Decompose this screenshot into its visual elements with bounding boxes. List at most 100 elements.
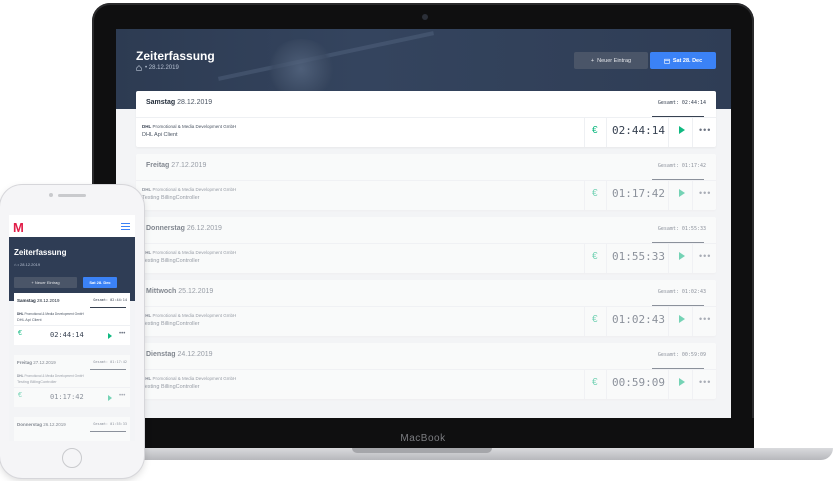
day-total: Gesamt: 01:02:43	[658, 289, 706, 295]
more-options-icon[interactable]: •••	[699, 377, 711, 387]
company-full: Promotional & Media Development GmbH	[152, 187, 237, 192]
total-value: 00:59:09	[681, 352, 706, 358]
date-button-label: Sat 28. Dec	[672, 57, 703, 64]
play-icon[interactable]	[679, 252, 685, 260]
breadcrumb-date: • 28.12.2019	[17, 262, 41, 267]
timer-display: 02:44:14	[50, 331, 84, 339]
hamburger-menu-icon[interactable]	[121, 223, 130, 232]
day-card: Donnerstag 26.12.2019 Gesamt: 01:55:33	[14, 417, 130, 441]
day-date: 28.12.2019	[37, 298, 60, 303]
day-heading: Freitag 27.12.2019	[17, 360, 56, 365]
weekday: Samstag	[146, 99, 176, 106]
total-underline	[90, 369, 126, 370]
home-icon[interactable]: ⌂	[14, 262, 16, 267]
total-underline	[90, 431, 126, 432]
project-name: Testing BillingController	[17, 380, 57, 384]
play-icon[interactable]	[108, 333, 112, 339]
divider	[14, 387, 130, 388]
day-date: 27.12.2019	[33, 360, 56, 365]
company-name: DHL Promotional & Media Development GmbH	[17, 312, 84, 316]
app-logo[interactable]: M	[13, 220, 24, 235]
play-icon[interactable]	[679, 315, 685, 323]
play-icon[interactable]	[679, 189, 685, 197]
day-total: Gesamt: 02:44:14	[93, 298, 127, 302]
company-short: DHL	[142, 187, 152, 192]
company-full: Promotional & Media Development GmbH	[24, 312, 84, 316]
play-icon[interactable]	[679, 126, 685, 134]
divider	[136, 243, 716, 244]
more-options-icon[interactable]: •••	[699, 125, 711, 135]
company-short: DHL	[17, 312, 24, 316]
weekday: Freitag	[17, 360, 33, 365]
phone-frame: M Zeiterfassung ⌂ • 28.12.2019 + Neuer E…	[0, 185, 144, 478]
day-date: 28.12.2019	[177, 99, 213, 106]
billable-euro-icon[interactable]: €	[18, 392, 22, 399]
home-icon[interactable]	[136, 65, 142, 71]
divider	[668, 117, 669, 147]
date-picker-button[interactable]: Sat 28. Dec	[83, 277, 117, 288]
new-entry-button[interactable]: + Neuer Eintrag	[574, 52, 648, 69]
total-label: Gesamt:	[657, 163, 679, 169]
billable-euro-icon[interactable]: €	[592, 188, 598, 199]
timer-display: 02:44:14	[612, 124, 665, 137]
day-date: 24.12.2019	[177, 351, 213, 358]
mobile-topbar: M	[9, 215, 135, 237]
billable-euro-icon[interactable]: €	[592, 251, 598, 262]
billable-euro-icon[interactable]: €	[592, 125, 598, 136]
day-heading: Freitag 27.12.2019	[146, 162, 206, 169]
day-heading: Mittwoch 25.12.2019	[146, 288, 213, 295]
divider	[606, 243, 607, 273]
camera-icon	[422, 14, 428, 20]
plus-icon: +	[590, 57, 595, 64]
more-options-icon[interactable]: •••	[699, 251, 711, 261]
breadcrumb: • 28.12.2019	[136, 65, 179, 71]
more-options-icon[interactable]: •••	[699, 188, 711, 198]
divider	[584, 180, 585, 210]
more-options-icon[interactable]: •••	[699, 314, 711, 324]
more-options-icon[interactable]: •••	[119, 393, 125, 399]
billable-euro-icon[interactable]: €	[18, 330, 22, 337]
weekday: Mittwoch	[146, 288, 177, 295]
timer-display: 00:59:09	[612, 376, 665, 389]
project-name: Testing BillingController	[142, 321, 200, 327]
divider	[584, 369, 585, 399]
more-options-icon[interactable]: •••	[119, 331, 125, 337]
company-full: Promotional & Media Development GmbH	[152, 250, 237, 255]
play-icon[interactable]	[679, 378, 685, 386]
hero-decoration	[266, 39, 336, 99]
billable-euro-icon[interactable]: €	[592, 377, 598, 388]
day-heading: Donnerstag 26.12.2019	[146, 225, 222, 232]
company-short: DHL	[17, 374, 24, 378]
play-icon[interactable]	[108, 395, 112, 401]
new-entry-button[interactable]: + Neuer Eintrag	[14, 277, 77, 288]
divider	[606, 306, 607, 336]
laptop-notch	[352, 448, 492, 453]
day-card: Freitag 27.12.2019 Gesamt: 01:17:42 DHL …	[14, 355, 130, 407]
divider	[606, 369, 607, 399]
timer-display: 01:17:42	[612, 187, 665, 200]
company-name: DHL Promotional & Media Development GmbH	[17, 374, 84, 378]
timer-display: 01:17:42	[50, 393, 84, 401]
day-total: Gesamt: 00:59:09	[658, 352, 706, 358]
day-card: Freitag 27.12.2019 Gesamt: 01:17:42 DHL …	[136, 154, 716, 210]
day-total: Gesamt: 01:17:42	[658, 163, 706, 169]
desktop-app: Zeiterfassung • 28.12.2019 + Neuer Eintr…	[116, 29, 731, 418]
divider	[668, 180, 669, 210]
divider	[692, 243, 693, 273]
day-date: 26.12.2019	[43, 422, 66, 427]
divider	[584, 243, 585, 273]
divider	[136, 369, 716, 370]
day-card: Samstag 28.12.2019 Gesamt: 02:44:14 DHL …	[14, 293, 130, 345]
total-value: 02:44:14	[681, 100, 706, 106]
date-picker-button[interactable]: Sat 28. Dec	[650, 52, 716, 69]
day-card: Dienstag 24.12.2019 Gesamt: 00:59:09 DHL…	[136, 343, 716, 399]
divider	[136, 180, 716, 181]
company-name: DHL Promotional & Media Development GmbH	[142, 313, 236, 318]
company-name: DHL Promotional & Media Development GmbH	[142, 124, 236, 129]
company-full: Promotional & Media Development GmbH	[152, 124, 237, 129]
billable-euro-icon[interactable]: €	[592, 314, 598, 325]
day-date: 25.12.2019	[178, 288, 214, 295]
project-name: DHL Api Client	[17, 318, 42, 322]
divider	[692, 180, 693, 210]
company-full: Promotional & Media Development GmbH	[152, 376, 237, 381]
